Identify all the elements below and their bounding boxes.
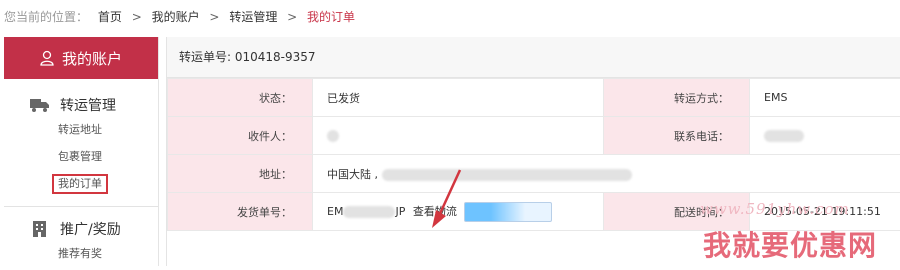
sidebar-item-package-management[interactable]: 包裹管理 bbox=[4, 146, 158, 173]
breadcrumb-my-orders: 我的订单 bbox=[307, 10, 355, 24]
status-value: 已发货 bbox=[313, 79, 604, 117]
sidebar-group-promotion[interactable]: 推广/奖励 bbox=[4, 215, 158, 243]
sidebar-header[interactable]: 我的账户 bbox=[4, 37, 158, 79]
breadcrumb-separator: > bbox=[287, 10, 297, 24]
transfer-number-value: 010418-9357 bbox=[235, 50, 316, 64]
address-label: 地址： bbox=[168, 155, 313, 193]
sidebar-group-label: 转运管理 bbox=[60, 95, 116, 115]
table-row: 地址： 中国大陆 , bbox=[168, 155, 900, 193]
highlight-box bbox=[464, 202, 552, 222]
sidebar-item-label: 包裹管理 bbox=[58, 150, 102, 163]
sidebar-item-my-orders[interactable]: 我的订单 bbox=[4, 173, 158, 200]
redacted-ship-number bbox=[343, 206, 395, 218]
sidebar-group-transfer-management[interactable]: 转运管理 bbox=[4, 91, 158, 119]
phone-label: 联系电话： bbox=[604, 117, 750, 155]
recipient-label: 收件人： bbox=[168, 117, 313, 155]
building-icon bbox=[30, 221, 50, 237]
address-prefix: 中国大陆 , bbox=[327, 168, 378, 181]
redacted-address bbox=[382, 169, 632, 181]
ship-number-start: EM bbox=[327, 205, 343, 218]
method-label: 转运方式： bbox=[604, 79, 750, 117]
address-value: 中国大陆 , bbox=[313, 155, 900, 193]
sidebar-item-label: 我的订单 bbox=[52, 174, 108, 194]
sidebar: 我的账户 转运管理 转运地址 包裹管理 我的订单 推广/奖励 推荐有奖 bbox=[4, 37, 159, 266]
sidebar-item-transfer-address[interactable]: 转运地址 bbox=[4, 119, 158, 146]
breadcrumb-home[interactable]: 首页 bbox=[98, 10, 122, 24]
watermark-url: www.591yhw.com bbox=[700, 200, 850, 218]
phone-value bbox=[750, 117, 900, 155]
sidebar-item-label: 转运地址 bbox=[58, 123, 102, 136]
watermark-text: 我就要优惠网 bbox=[703, 224, 877, 264]
annotation-arrow-icon bbox=[432, 168, 464, 230]
table-row: 状态： 已发货 转运方式： EMS bbox=[168, 79, 900, 117]
breadcrumb-my-account[interactable]: 我的账户 bbox=[152, 10, 200, 24]
breadcrumb-prefix: 您当前的位置： bbox=[4, 10, 88, 24]
status-label: 状态： bbox=[168, 79, 313, 117]
breadcrumb-separator: > bbox=[132, 10, 142, 24]
sidebar-divider bbox=[4, 206, 158, 207]
breadcrumb-separator: > bbox=[209, 10, 219, 24]
sidebar-item-label: 推荐有奖 bbox=[58, 247, 102, 260]
sidebar-group-label: 推广/奖励 bbox=[60, 219, 121, 239]
order-detail-header: 转运单号: 010418-9357 bbox=[167, 37, 900, 78]
transfer-number-label: 转运单号: bbox=[179, 50, 231, 64]
recipient-value bbox=[313, 117, 604, 155]
breadcrumb-transfer-management[interactable]: 转运管理 bbox=[229, 10, 277, 24]
ship-number-end: JP bbox=[395, 205, 405, 218]
ship-number-label: 发货单号： bbox=[168, 193, 313, 231]
truck-icon bbox=[30, 97, 50, 113]
sidebar-header-label: 我的账户 bbox=[62, 48, 122, 69]
breadcrumb: 您当前的位置： 首页 > 我的账户 > 转运管理 > 我的订单 bbox=[0, 0, 900, 34]
redacted-phone bbox=[764, 130, 804, 142]
table-row: 收件人： 联系电话： bbox=[168, 117, 900, 155]
method-value: EMS bbox=[750, 79, 900, 117]
user-icon bbox=[40, 50, 54, 66]
redacted-recipient bbox=[327, 130, 339, 142]
